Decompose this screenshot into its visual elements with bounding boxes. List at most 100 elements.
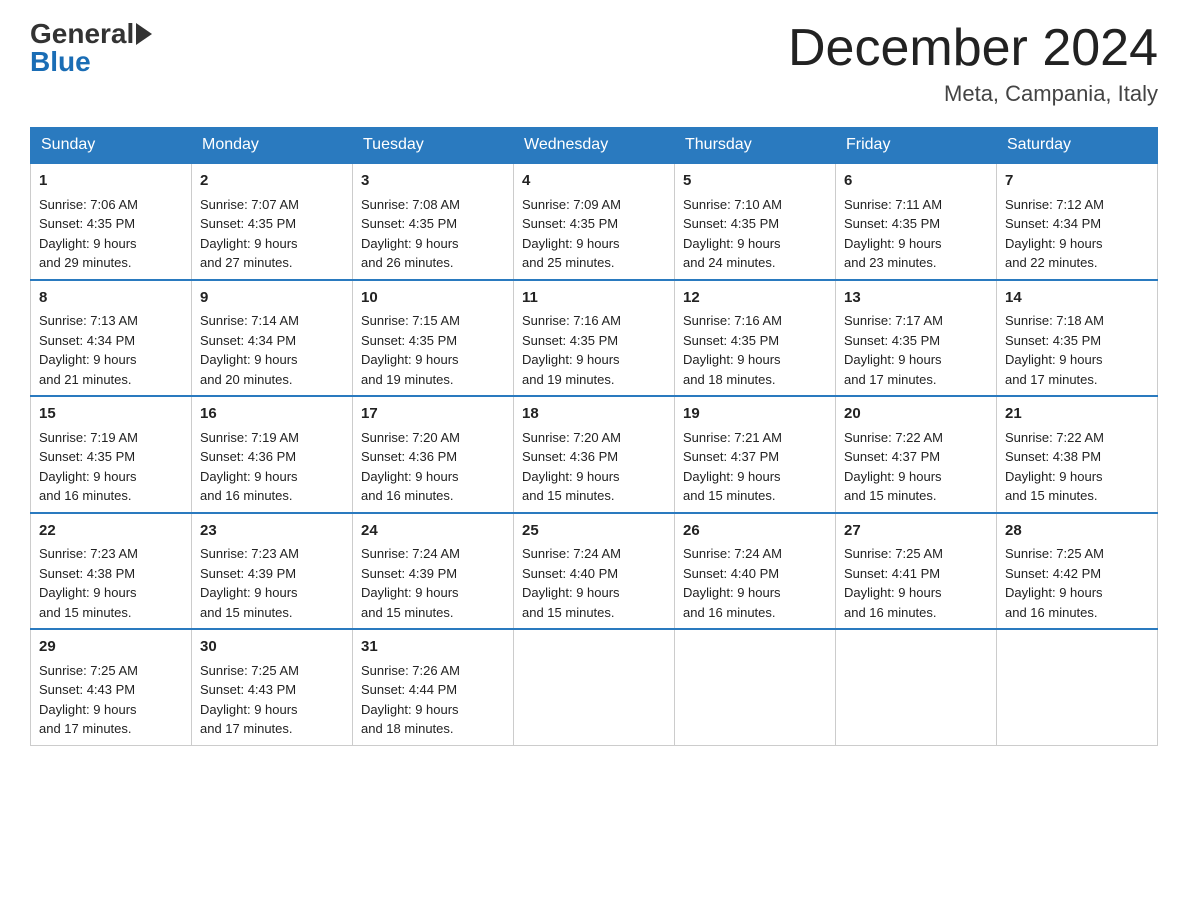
day-number: 11: [522, 287, 666, 310]
calendar-cell: 23 Sunrise: 7:23 AMSunset: 4:39 PMDayligh…: [192, 513, 353, 630]
day-number: 9: [200, 287, 344, 310]
day-number: 24: [361, 520, 505, 543]
calendar-cell: [675, 629, 836, 745]
day-number: 21: [1005, 403, 1149, 426]
calendar-cell: 18 Sunrise: 7:20 AMSunset: 4:36 PMDayligh…: [514, 396, 675, 513]
day-number: 16: [200, 403, 344, 426]
cell-info: Sunrise: 7:19 AMSunset: 4:36 PMDaylight:…: [200, 430, 299, 504]
location: Meta, Campania, Italy: [788, 81, 1158, 107]
cell-info: Sunrise: 7:06 AMSunset: 4:35 PMDaylight:…: [39, 197, 138, 271]
cell-info: Sunrise: 7:20 AMSunset: 4:36 PMDaylight:…: [522, 430, 621, 504]
calendar-cell: [514, 629, 675, 745]
calendar-cell: 2Sunrise: 7:07 AMSunset: 4:35 PMDaylight…: [192, 163, 353, 280]
cell-info: Sunrise: 7:12 AMSunset: 4:34 PMDaylight:…: [1005, 197, 1104, 271]
calendar-cell: 29Sunrise: 7:25 AMSunset: 4:43 PMDayligh…: [31, 629, 192, 745]
day-number: 20: [844, 403, 988, 426]
calendar-header-row: SundayMondayTuesdayWednesdayThursdayFrid…: [31, 128, 1158, 164]
cell-info: Sunrise: 7:17 AMSunset: 4:35 PMDaylight:…: [844, 313, 943, 387]
day-header-monday: Monday: [192, 128, 353, 164]
cell-info: Sunrise: 7:16 AMSunset: 4:35 PMDaylight:…: [522, 313, 621, 387]
calendar-cell: 22Sunrise: 7:23 AMSunset: 4:38 PMDayligh…: [31, 513, 192, 630]
day-number: 5: [683, 170, 827, 193]
cell-info: Sunrise: 7:14 AMSunset: 4:34 PMDaylight:…: [200, 313, 299, 387]
day-number: 19: [683, 403, 827, 426]
calendar-cell: 27Sunrise: 7:25 AMSunset: 4:41 PMDayligh…: [836, 513, 997, 630]
calendar-cell: 28 Sunrise: 7:25 AMSunset: 4:42 PMDayligh…: [997, 513, 1158, 630]
cell-info: Sunrise: 7:16 AMSunset: 4:35 PMDaylight:…: [683, 313, 782, 387]
day-number: 14: [1005, 287, 1149, 310]
cell-info: Sunrise: 7:11 AMSunset: 4:35 PMDaylight:…: [844, 197, 942, 271]
day-number: 27: [844, 520, 988, 543]
calendar-week-2: 8 Sunrise: 7:13 AMSunset: 4:34 PMDaylight…: [31, 280, 1158, 397]
calendar-cell: 26Sunrise: 7:24 AMSunset: 4:40 PMDayligh…: [675, 513, 836, 630]
cell-info: Sunrise: 7:20 AMSunset: 4:36 PMDaylight:…: [361, 430, 460, 504]
day-header-saturday: Saturday: [997, 128, 1158, 164]
calendar-cell: 31Sunrise: 7:26 AMSunset: 4:44 PMDayligh…: [353, 629, 514, 745]
day-number: 15: [39, 403, 183, 426]
cell-info: Sunrise: 7:19 AMSunset: 4:35 PMDaylight:…: [39, 430, 138, 504]
day-number: 12: [683, 287, 827, 310]
cell-info: Sunrise: 7:08 AMSunset: 4:35 PMDaylight:…: [361, 197, 460, 271]
calendar-cell: 17 Sunrise: 7:20 AMSunset: 4:36 PMDayligh…: [353, 396, 514, 513]
day-number: 22: [39, 520, 183, 543]
calendar-cell: 24 Sunrise: 7:24 AMSunset: 4:39 PMDayligh…: [353, 513, 514, 630]
day-number: 6: [844, 170, 988, 193]
calendar-cell: 12 Sunrise: 7:16 AMSunset: 4:35 PMDayligh…: [675, 280, 836, 397]
calendar-week-5: 29 Sunrise: 7:25 AMSunset: 4:43 PMDayligh…: [31, 629, 1158, 745]
day-number: 8: [39, 287, 183, 310]
calendar-table: SundayMondayTuesdayWednesdayThursdayFrid…: [30, 127, 1158, 746]
month-title: December 2024: [788, 20, 1158, 77]
day-number: 3: [361, 170, 505, 193]
cell-info: Sunrise: 7:22 AMSunset: 4:38 PMDaylight:…: [1005, 430, 1104, 504]
logo-general-text: General: [30, 20, 134, 48]
cell-info: Sunrise: 7:13 AMSunset: 4:34 PMDaylight:…: [39, 313, 138, 387]
day-number: 18: [522, 403, 666, 426]
calendar-cell: 10Sunrise: 7:15 AMSunset: 4:35 PMDayligh…: [353, 280, 514, 397]
calendar-cell: 19 Sunrise: 7:21 AMSunset: 4:37 PMDayligh…: [675, 396, 836, 513]
header: General Blue December 2024 Meta, Campani…: [30, 20, 1158, 107]
calendar-cell: 6 Sunrise: 7:11 AMSunset: 4:35 PMDaylight…: [836, 163, 997, 280]
day-header-friday: Friday: [836, 128, 997, 164]
calendar-cell: 21 Sunrise: 7:22 AMSunset: 4:38 PMDayligh…: [997, 396, 1158, 513]
cell-info: Sunrise: 7:25 AMSunset: 4:42 PMDaylight:…: [1005, 546, 1104, 620]
calendar-cell: 20 Sunrise: 7:22 AMSunset: 4:37 PMDayligh…: [836, 396, 997, 513]
day-number: 4: [522, 170, 666, 193]
day-number: 13: [844, 287, 988, 310]
calendar-cell: 16 Sunrise: 7:19 AMSunset: 4:36 PMDayligh…: [192, 396, 353, 513]
day-number: 25: [522, 520, 666, 543]
day-header-wednesday: Wednesday: [514, 128, 675, 164]
calendar-cell: 1 Sunrise: 7:06 AMSunset: 4:35 PMDaylight…: [31, 163, 192, 280]
calendar-cell: 7 Sunrise: 7:12 AMSunset: 4:34 PMDaylight…: [997, 163, 1158, 280]
day-number: 10: [361, 287, 505, 310]
cell-info: Sunrise: 7:24 AMSunset: 4:40 PMDaylight:…: [522, 546, 621, 620]
day-header-thursday: Thursday: [675, 128, 836, 164]
logo: General Blue: [30, 20, 152, 76]
cell-info: Sunrise: 7:21 AMSunset: 4:37 PMDaylight:…: [683, 430, 782, 504]
day-number: 7: [1005, 170, 1149, 193]
calendar-cell: 13 Sunrise: 7:17 AMSunset: 4:35 PMDayligh…: [836, 280, 997, 397]
day-number: 17: [361, 403, 505, 426]
calendar-cell: 14Sunrise: 7:18 AMSunset: 4:35 PMDayligh…: [997, 280, 1158, 397]
cell-info: Sunrise: 7:25 AMSunset: 4:43 PMDaylight:…: [200, 663, 299, 737]
cell-info: Sunrise: 7:09 AMSunset: 4:35 PMDaylight:…: [522, 197, 621, 271]
cell-info: Sunrise: 7:22 AMSunset: 4:37 PMDaylight:…: [844, 430, 943, 504]
calendar-cell: 3 Sunrise: 7:08 AMSunset: 4:35 PMDaylight…: [353, 163, 514, 280]
cell-info: Sunrise: 7:07 AMSunset: 4:35 PMDaylight:…: [200, 197, 299, 271]
day-number: 31: [361, 636, 505, 659]
title-area: December 2024 Meta, Campania, Italy: [788, 20, 1158, 107]
day-number: 29: [39, 636, 183, 659]
cell-info: Sunrise: 7:24 AMSunset: 4:39 PMDaylight:…: [361, 546, 460, 620]
calendar-cell: [836, 629, 997, 745]
calendar-cell: 9 Sunrise: 7:14 AMSunset: 4:34 PMDaylight…: [192, 280, 353, 397]
calendar-cell: 25 Sunrise: 7:24 AMSunset: 4:40 PMDayligh…: [514, 513, 675, 630]
day-header-tuesday: Tuesday: [353, 128, 514, 164]
day-number: 23: [200, 520, 344, 543]
day-number: 1: [39, 170, 183, 193]
calendar-cell: 11 Sunrise: 7:16 AMSunset: 4:35 PMDayligh…: [514, 280, 675, 397]
cell-info: Sunrise: 7:10 AMSunset: 4:35 PMDaylight:…: [683, 197, 782, 271]
day-number: 28: [1005, 520, 1149, 543]
cell-info: Sunrise: 7:23 AMSunset: 4:39 PMDaylight:…: [200, 546, 299, 620]
calendar-cell: 4 Sunrise: 7:09 AMSunset: 4:35 PMDaylight…: [514, 163, 675, 280]
calendar-cell: 5 Sunrise: 7:10 AMSunset: 4:35 PMDaylight…: [675, 163, 836, 280]
calendar-week-1: 1 Sunrise: 7:06 AMSunset: 4:35 PMDaylight…: [31, 163, 1158, 280]
